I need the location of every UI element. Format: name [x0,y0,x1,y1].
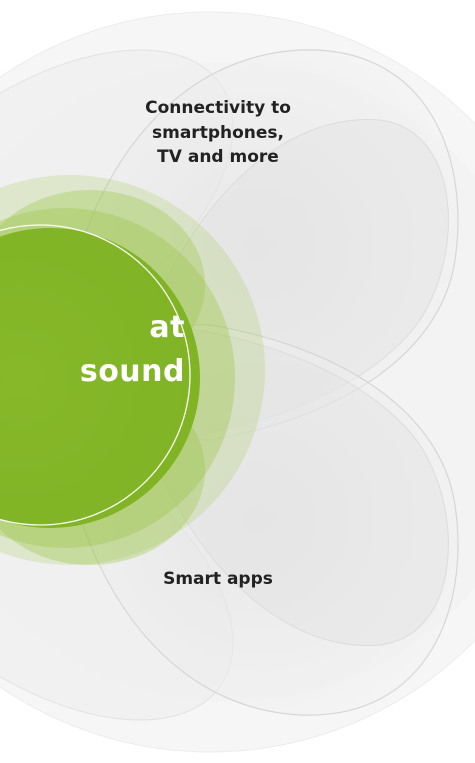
petal-label-connectivity: Connectivity to smartphones, TV and more [145,98,291,168]
diagram-canvas: Connectivity to smartphones, TV and more… [0,0,475,763]
petal-label-smart-apps: Smart apps [163,569,273,589]
center-label: at sound [79,310,185,389]
